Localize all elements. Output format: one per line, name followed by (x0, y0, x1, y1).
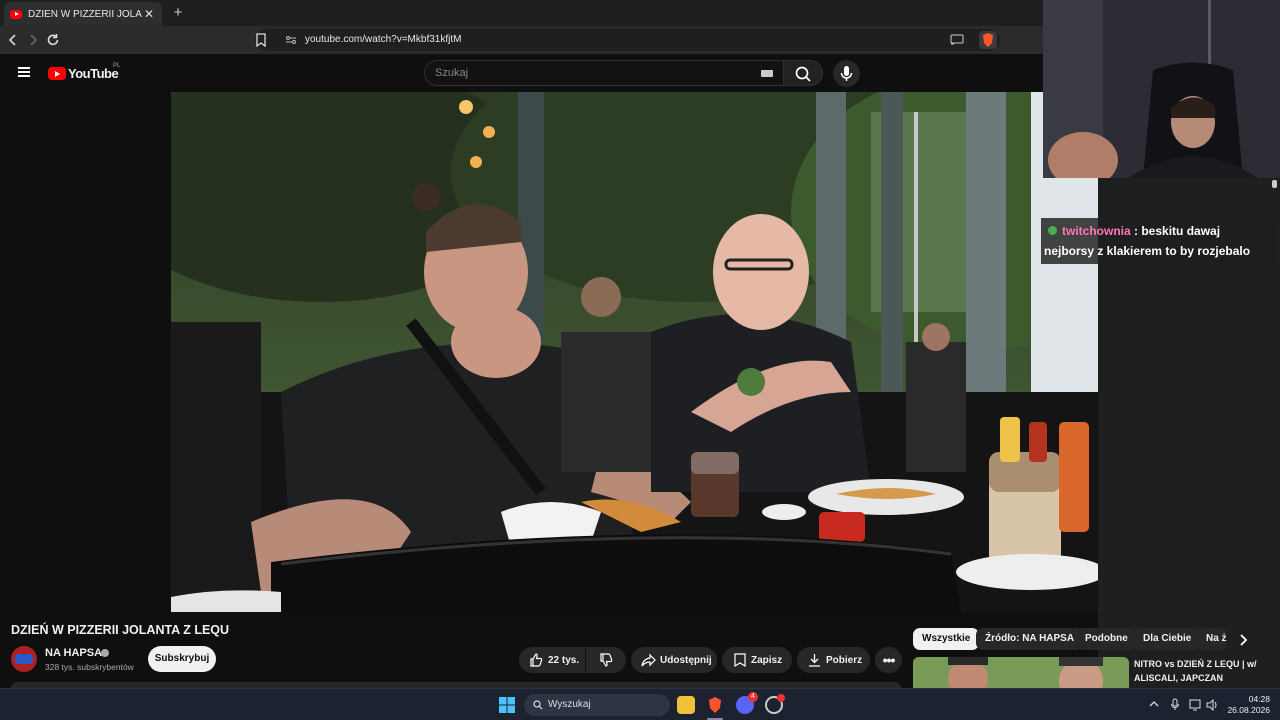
screen: DZIEŃ W PIZZERII JOLANTA Z LE ✕ + youtub… (0, 0, 1280, 720)
channel-avatar[interactable] (11, 646, 37, 672)
thumbnail-image (913, 657, 1129, 688)
share-icon (641, 653, 656, 667)
thumbs-up-icon (530, 653, 543, 667)
reload-icon (47, 34, 59, 46)
search-icon (795, 66, 811, 82)
back-arrow-icon (8, 34, 16, 46)
subscriber-count: 328 tys. subskrybentów (45, 662, 134, 672)
download-button[interactable]: Pobierz (797, 647, 870, 673)
save-button[interactable]: Zapisz (722, 647, 792, 673)
reload-button[interactable] (44, 31, 62, 49)
back-button[interactable] (4, 31, 22, 49)
youtube-logo[interactable]: YouTube PL (48, 63, 121, 81)
cast-icon[interactable] (950, 34, 964, 45)
volume-icon[interactable] (1206, 699, 1220, 711)
obs-icon[interactable] (765, 694, 785, 714)
windows-start-icon[interactable] (499, 697, 515, 713)
taskbar-search-icon (533, 700, 543, 710)
search-placeholder: Szukaj (435, 67, 469, 79)
dislike-button[interactable] (586, 647, 626, 673)
new-tab-button[interactable]: + (170, 4, 186, 21)
channel-verified-icon (101, 649, 109, 657)
file-explorer-icon[interactable] (677, 696, 695, 714)
brave-shields-icon[interactable] (979, 31, 997, 49)
thumbs-down-icon (600, 653, 613, 667)
search-input[interactable]: Szukaj (424, 60, 783, 86)
tray-chevron-up-icon[interactable] (1149, 699, 1159, 709)
forward-button[interactable] (24, 31, 42, 49)
url-text: youtube.com/watch?v=Mkbf31kfjtM (305, 34, 462, 45)
site-info-icon[interactable] (285, 34, 297, 46)
address-bar[interactable]: youtube.com/watch?v=Mkbf31kfjtM (255, 29, 1000, 51)
chips-next-icon[interactable] (1233, 630, 1253, 650)
browser-toolbar: youtube.com/watch?v=Mkbf31kfjtM (0, 26, 1043, 54)
youtube-wordmark: YouTube (68, 66, 119, 81)
chat-message: twitchownia : beskitu dawaj nejborsy z k… (1041, 218, 1275, 264)
save-label: Zapisz (751, 654, 783, 666)
clock[interactable]: 04:28 26.08.2026 (1222, 694, 1270, 716)
download-label: Pobierz (826, 654, 863, 666)
share-label: Udostępnij (660, 654, 712, 666)
chip-source[interactable]: Źródło: NA HAPSA (976, 628, 1084, 650)
keyboard-icon[interactable] (761, 70, 773, 77)
taskbar-search[interactable]: Wyszukaj (524, 694, 670, 716)
channel-name[interactable]: NA HAPSA (45, 647, 102, 659)
bookmark-icon[interactable] (253, 32, 269, 48)
subscribe-button[interactable]: Subskrybuj (148, 646, 216, 672)
clock-date: 26.08.2026 (1227, 705, 1270, 715)
recording-dot-icon (777, 694, 785, 702)
save-icon (734, 653, 746, 667)
youtube-favicon-icon (10, 9, 22, 19)
network-icon[interactable] (1189, 699, 1203, 711)
discord-badge: 4 (748, 692, 758, 702)
streamer-webcam-image (1043, 0, 1280, 178)
video-frame-image (171, 92, 1098, 612)
region-code: PL (113, 63, 121, 69)
forward-arrow-icon (30, 34, 38, 46)
youtube-play-icon (48, 67, 66, 80)
microphone-tray-icon[interactable] (1170, 698, 1180, 711)
taskbar-search-label: Wyszukaj (548, 699, 591, 710)
menu-icon[interactable] (18, 67, 30, 77)
taskbar: Wyszukaj 4 04:28 26.08.2026 (0, 688, 1280, 720)
recommended-video-title[interactable]: NITRO vs DZIEŃ Z LEQU | w/ ALISCALI, JAP… (1134, 657, 1274, 685)
chat-username: twitchownia (1062, 224, 1131, 238)
download-icon (809, 654, 820, 667)
chip-for-you[interactable]: Dla Ciebie (1134, 628, 1201, 650)
search-button[interactable] (783, 60, 823, 86)
browser-tab-bar: DZIEŃ W PIZZERII JOLANTA Z LE ✕ + (0, 0, 1043, 26)
verified-badge-icon (1048, 226, 1057, 235)
video-player[interactable] (171, 92, 1098, 612)
scrollbar-thumb[interactable] (1272, 180, 1277, 188)
chat-separator: : (1130, 224, 1142, 238)
share-button[interactable]: Udostępnij (631, 647, 717, 673)
like-button[interactable]: 22 tys. (519, 647, 585, 673)
tab-title: DZIEŃ W PIZZERII JOLANTA Z LE (28, 8, 142, 20)
clock-time: 04:28 (1248, 694, 1270, 704)
brave-browser-icon[interactable] (706, 696, 724, 714)
video-title: DZIEŃ W PIZZERII JOLANTA Z LEQU (11, 623, 230, 637)
microphone-icon (840, 66, 853, 81)
browser-tab[interactable]: DZIEŃ W PIZZERII JOLANTA Z LE ✕ (4, 2, 162, 26)
voice-search-button[interactable] (833, 60, 860, 87)
like-count: 22 tys. (548, 654, 580, 666)
chip-more[interactable]: Na ż (1197, 628, 1227, 650)
more-actions-button[interactable]: ••• (875, 647, 902, 673)
youtube-header: YouTube PL Szukaj (0, 54, 1043, 92)
chip-all[interactable]: Wszystkie (913, 628, 980, 650)
chip-similar[interactable]: Podobne (1076, 628, 1137, 650)
recommended-video-thumbnail[interactable] (913, 657, 1129, 688)
webcam-overlay (1043, 0, 1280, 178)
discord-icon[interactable]: 4 (736, 692, 758, 714)
tab-close-icon[interactable]: ✕ (142, 7, 156, 21)
